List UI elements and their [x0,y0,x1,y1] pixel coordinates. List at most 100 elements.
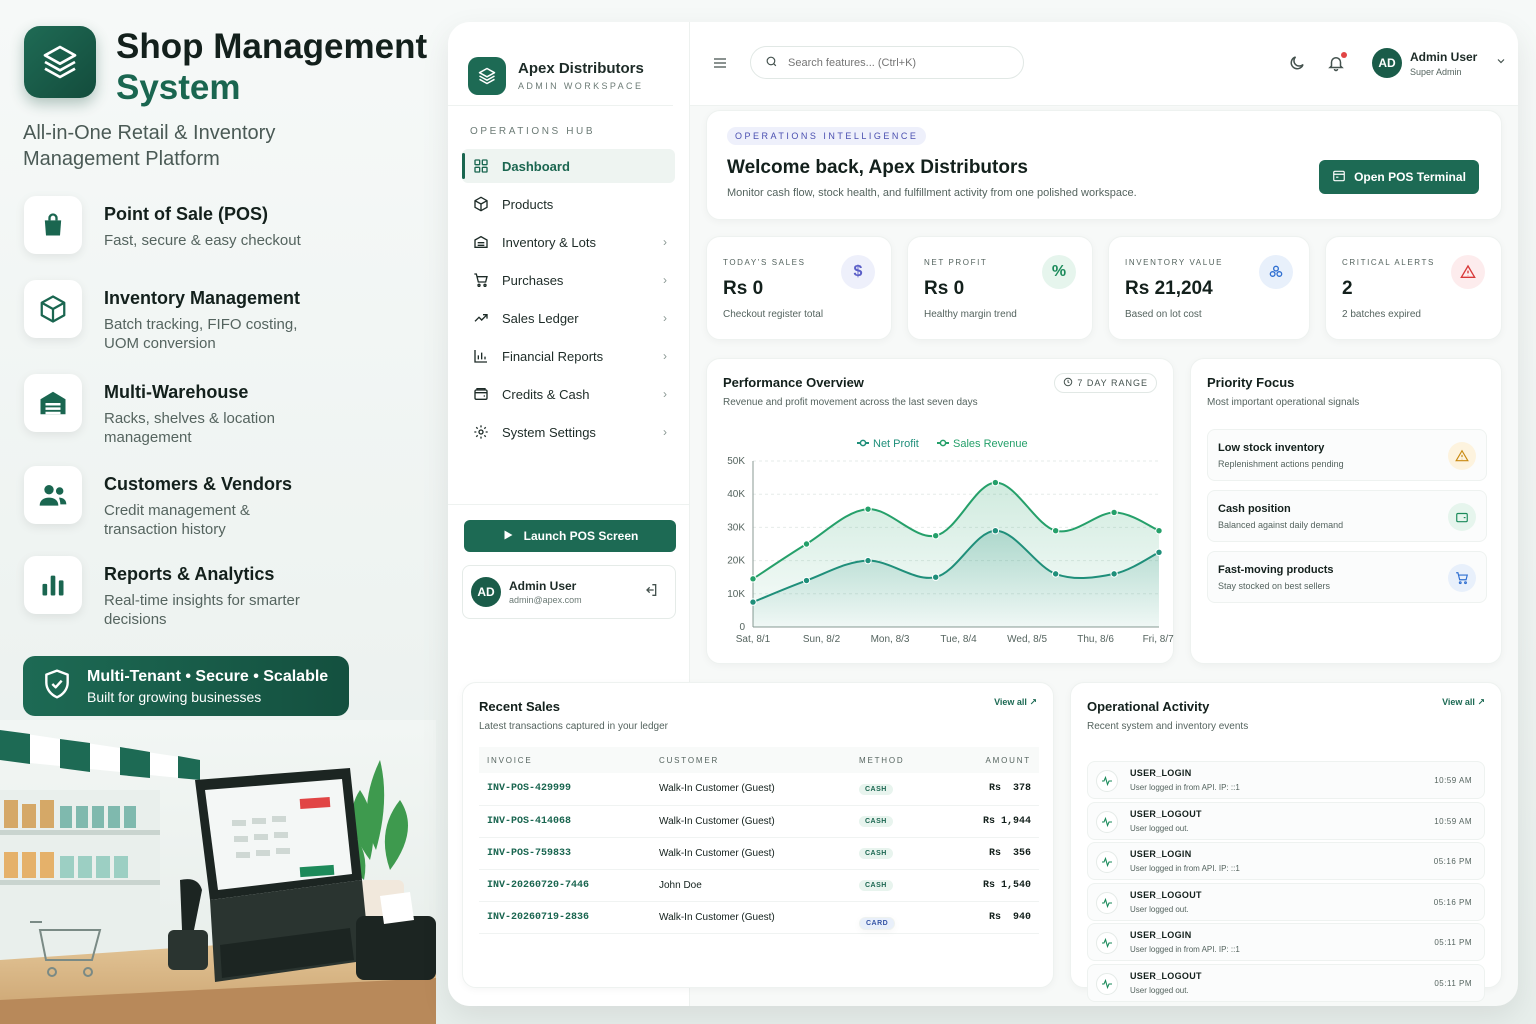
priority-subtitle: Most important operational signals [1207,397,1360,408]
stat-label: INVENTORY VALUE [1125,258,1224,267]
topbar-user-menu[interactable]: AD Admin User Super Admin [1372,48,1507,78]
logout-icon[interactable] [643,582,659,603]
method-cell: CARD [851,901,944,934]
data-point [1051,527,1060,535]
pos-illustration [0,720,436,1024]
feature-item: Customers & Vendors Credit management & t… [24,466,314,539]
invoice-cell[interactable]: INV-20260720-7446 [479,869,651,902]
avatar: AD [471,577,501,607]
search-box[interactable] [750,46,1024,79]
search-input[interactable] [788,56,988,69]
sidebar-item-purchases[interactable]: Purchases › [462,263,675,297]
activity-item[interactable]: USER_LOGIN User logged in from API. IP: :… [1087,761,1485,799]
user-name: Admin User [509,579,577,593]
priority-item-low-stock[interactable]: Low stock inventory Replenishment action… [1207,429,1487,481]
recent-sales-view-all-link[interactable]: View all ↗ [994,697,1037,708]
activity-desc: User logged in from API. IP: ::1 [1130,783,1240,792]
table-row[interactable]: INV-POS-759833 Walk-In Customer (Guest) CA… [479,837,1039,870]
amount-cell: Rs 1,944 [943,805,1039,838]
invoice-cell[interactable]: INV-20260719-2836 [479,901,651,934]
recent-sales-card: Recent Sales Latest transactions capture… [462,682,1054,988]
x-tick-label: Thu, 8/6 [1077,634,1114,645]
invoice-cell[interactable]: INV-POS-759833 [479,837,651,870]
activity-item[interactable]: USER_LOGOUT User logged out. 05:11 PM [1087,963,1485,1002]
activity-item[interactable]: USER_LOGIN User logged in from API. IP: :… [1087,923,1485,961]
sidebar-item-label: System Settings [502,424,596,440]
table-row[interactable]: INV-POS-414068 Walk-In Customer (Guest) CA… [479,805,1039,838]
invoice-cell[interactable]: INV-POS-429999 [479,773,651,806]
activity-desc: User logged in from API. IP: ::1 [1130,864,1240,873]
priority-item-cash-position[interactable]: Cash position Balanced against daily dem… [1207,490,1487,542]
feature-desc: Fast, secure & easy checkout [104,232,301,249]
column-header: AMOUNT [943,747,1039,773]
feature-title: Multi-Warehouse [104,382,249,402]
x-tick-label: Wed, 8/5 [1007,634,1047,645]
notification-dot [1341,52,1347,58]
arrow-up-right-icon: ↗ [1029,697,1037,707]
data-point [991,527,1000,535]
x-tick-label: Mon, 8/3 [871,634,910,645]
table-row[interactable]: INV-20260719-2836 Walk-In Customer (Guest… [479,901,1039,934]
method-cell: CASH [851,773,944,806]
sidebar-item-label: Purchases [502,272,564,288]
priority-item-desc: Balanced against daily demand [1218,520,1344,530]
sidebar-item-system-settings[interactable]: System Settings › [462,415,675,449]
sidebar-item-credits-cash[interactable]: Credits & Cash › [462,377,675,411]
feature-desc: Racks, shelves & location management [104,410,275,446]
activity-event: USER_LOGOUT [1130,808,1202,819]
bell-icon[interactable] [1327,52,1347,77]
legend-label: Sales Revenue [953,438,1028,450]
range-selector[interactable]: 7 DAY RANGE [1054,373,1157,393]
sidebar-item-dashboard[interactable]: Dashboard [462,149,675,183]
chevron-right-icon: › [663,273,667,287]
sidebar-item-sales-ledger[interactable]: Sales Ledger › [462,301,675,335]
cube-icon [472,195,490,213]
priority-item-fast-moving[interactable]: Fast-moving products Stay stocked on bes… [1207,551,1487,603]
activity-item[interactable]: USER_LOGIN User logged in from API. IP: :… [1087,842,1485,880]
data-point [864,505,872,513]
activity-event: USER_LOGIN [1130,768,1192,778]
stat-sub: Based on lot cost [1125,309,1202,320]
y-tick-label: 50K [727,456,745,467]
stat-card-todays-sales: TODAY'S SALES Rs 0 Checkout register tot… [706,236,892,340]
avatar: AD [1372,48,1402,78]
feature-item: Inventory Management Batch tracking, FIFO… [24,280,314,353]
recent-sales-subtitle: Latest transactions captured in your led… [479,721,668,732]
data-point [932,532,940,540]
open-pos-terminal-button[interactable]: Open POS Terminal [1319,160,1479,194]
priority-focus-card: Priority Focus Most important operationa… [1190,358,1502,664]
method-badge: CASH [859,880,893,891]
operational-view-all-link[interactable]: View all ↗ [1442,697,1485,708]
data-point [749,575,757,583]
sidebar-item-inventory[interactable]: Inventory & Lots › [462,225,675,259]
data-point [932,573,940,581]
feature-title: Reports & Analytics [104,564,275,584]
moon-icon[interactable] [1288,54,1306,77]
menu-icon[interactable] [712,55,728,76]
chevron-right-icon: › [663,235,667,249]
stat-sub: Healthy margin trend [924,309,1017,320]
percent-icon: % [1042,255,1076,289]
method-badge: CASH [859,848,893,859]
stat-value: Rs 0 [723,278,764,299]
amount-cell: Rs 356 [943,837,1039,870]
activity-item[interactable]: USER_LOGOUT User logged out. 10:59 AM [1087,801,1485,840]
method-cell: CASH [851,869,944,902]
terminal-icon [1332,169,1346,186]
invoice-cell[interactable]: INV-POS-414068 [479,805,651,838]
activity-desc: User logged out. [1130,904,1189,914]
activity-item[interactable]: USER_LOGOUT User logged out. 05:16 PM [1087,882,1485,921]
launch-pos-button[interactable]: Launch POS Screen [464,520,676,552]
search-icon [765,55,778,71]
sidebar-item-products[interactable]: Products [462,187,675,221]
y-tick-label: 0 [739,622,745,633]
activity-event: USER_LOGIN [1130,930,1192,940]
activity-desc: User logged out. [1130,823,1189,833]
sidebar-item-label: Sales Ledger [502,310,579,326]
amount-cell: Rs 378 [943,773,1039,806]
warehouse-icon [472,233,490,251]
table-row[interactable]: INV-20260720-7446 John Doe CASH Rs 1,540 [479,869,1039,902]
sidebar-item-financial-reports[interactable]: Financial Reports › [462,339,675,373]
table-row[interactable]: INV-POS-429999 Walk-In Customer (Guest) CA… [479,773,1039,806]
y-tick-label: 30K [727,522,745,533]
